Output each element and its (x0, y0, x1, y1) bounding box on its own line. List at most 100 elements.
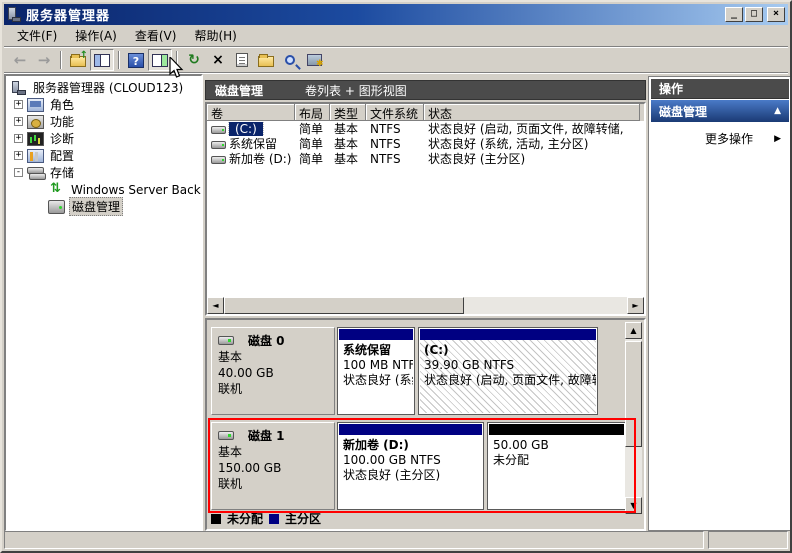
title-bar: 服务器管理器 _ □ × (4, 4, 788, 25)
disk1-label[interactable]: 磁盘 1 基本 150.00 GB 联机 (211, 422, 335, 510)
tree-item-diagnostics[interactable]: + 诊断 (6, 130, 201, 147)
manage-button[interactable] (302, 49, 326, 71)
maximize-button[interactable]: □ (745, 7, 763, 22)
properties-button[interactable] (230, 49, 254, 71)
menu-bar: 文件(F) 操作(A) 查看(V) 帮助(H) (4, 25, 788, 47)
disk0-state: 联机 (218, 381, 328, 397)
toolbar-separator (60, 51, 62, 69)
scroll-left-button[interactable]: ◄ (207, 297, 224, 314)
partition-unallocated[interactable]: 50.00 GB 未分配 (487, 422, 626, 510)
up-level-button[interactable]: ↑ (66, 49, 90, 71)
scroll-down-button[interactable]: ▼ (625, 497, 642, 514)
disk1-kind: 基本 (218, 444, 328, 460)
properties-icon (236, 53, 248, 67)
partition-legend: 未分配 主分区 (211, 510, 321, 527)
column-layout[interactable]: 布局 (295, 104, 330, 121)
volume-icon (211, 141, 226, 149)
actions-panel: 操作 磁盘管理 ▲ 更多操作 ▶ (648, 76, 792, 531)
scrollbar-thumb[interactable] (625, 341, 642, 447)
refresh-button[interactable]: ↻ (182, 49, 206, 71)
collapse-icon[interactable]: - (14, 168, 23, 177)
server-manager-window: 服务器管理器 _ □ × 文件(F) 操作(A) 查看(V) 帮助(H) ← →… (0, 0, 792, 553)
disk0-label[interactable]: 磁盘 0 基本 40.00 GB 联机 (211, 327, 335, 415)
search-button[interactable] (278, 49, 302, 71)
column-status[interactable]: 状态 (424, 104, 640, 121)
mouse-cursor (169, 57, 185, 81)
volume-icon (211, 156, 226, 164)
show-console-tree-button[interactable] (90, 49, 114, 71)
open-button[interactable] (254, 49, 278, 71)
disk1-state: 联机 (218, 476, 328, 492)
scrollbar-thumb[interactable] (224, 297, 464, 314)
delete-icon: × (212, 52, 224, 68)
volume-name: 系统保留 (229, 137, 277, 151)
collapse-icon[interactable]: ▲ (774, 106, 781, 116)
expand-icon[interactable]: + (14, 134, 23, 143)
primary-legend-label: 主分区 (285, 510, 321, 527)
actions-section-disk-management[interactable]: 磁盘管理 ▲ (651, 100, 789, 122)
disk1-size: 150.00 GB (218, 460, 328, 476)
volume-list: 卷 布局 类型 文件系统 状态 (C:) 简单 基本 NTFS 状态良好 (启动… (205, 102, 646, 316)
primary-legend-swatch (269, 514, 279, 524)
back-button[interactable]: ← (8, 49, 32, 71)
table-row[interactable]: 新加卷 (D:) 简单 基本 NTFS 状态良好 (主分区) (207, 151, 644, 166)
expand-icon[interactable]: + (14, 100, 23, 109)
table-header: 卷 布局 类型 文件系统 状态 (207, 104, 644, 121)
help-button[interactable]: ? (124, 49, 148, 71)
vertical-scrollbar[interactable]: ▲ ▼ (625, 322, 642, 514)
delete-button[interactable]: × (206, 49, 230, 71)
storage-icon (27, 166, 44, 180)
disk0-size: 40.00 GB (218, 365, 328, 381)
menu-help[interactable]: 帮助(H) (185, 24, 245, 47)
table-row[interactable]: (C:) 简单 基本 NTFS 状态良好 (启动, 页面文件, 故障转储, (207, 121, 644, 136)
actions-header: 操作 (651, 79, 789, 99)
manage-computer-icon (307, 54, 322, 66)
search-icon (285, 55, 295, 65)
scroll-right-button[interactable]: ► (627, 297, 644, 314)
expand-icon[interactable]: + (14, 117, 23, 126)
expand-icon[interactable]: + (14, 151, 23, 160)
action-pane-icon (152, 54, 168, 67)
status-bar (4, 529, 788, 549)
primary-partition-bar (339, 329, 413, 340)
scroll-up-button[interactable]: ▲ (625, 322, 642, 339)
server-manager-icon (7, 7, 22, 22)
volume-name-selected: (C:) (229, 122, 263, 136)
tree-item-disk-management[interactable]: 磁盘管理 (6, 198, 201, 215)
primary-partition-bar (339, 424, 482, 435)
disk0-kind: 基本 (218, 349, 328, 365)
tree-item-server-manager[interactable]: 服务器管理器 (CLOUD123) (6, 79, 201, 96)
menu-file[interactable]: 文件(F) (8, 24, 66, 47)
partition-c[interactable]: (C:) 39.90 GB NTFS 状态良好 (启动, 页面文件, 故障转储,… (418, 327, 598, 415)
tree-item-storage[interactable]: - 存储 (6, 164, 201, 181)
forward-button[interactable]: → (32, 49, 56, 71)
table-row[interactable]: 系统保留 简单 基本 NTFS 状态良好 (系统, 活动, 主分区) (207, 136, 644, 151)
menu-action[interactable]: 操作(A) (66, 24, 126, 47)
column-volume[interactable]: 卷 (207, 104, 295, 121)
console-tree-panel: 服务器管理器 (CLOUD123) + 角色 + 功能 + 诊断 + 配置 - … (4, 74, 203, 532)
tree-item-windows-server-backup[interactable]: Windows Server Backup (6, 181, 201, 198)
server-icon (10, 81, 27, 95)
status-pane (4, 531, 704, 549)
view-mode-label: 卷列表 + 图形视图 (305, 82, 407, 99)
unallocated-legend-swatch (211, 514, 221, 524)
menu-view[interactable]: 查看(V) (126, 24, 186, 47)
more-actions-item[interactable]: 更多操作 ▶ (649, 122, 791, 147)
tree-item-features[interactable]: + 功能 (6, 113, 201, 130)
column-filesystem[interactable]: 文件系统 (366, 104, 424, 121)
partition-system-reserved[interactable]: 系统保留 100 MB NTFS 状态良好 (系统, 活动, 主分区) (337, 327, 415, 415)
open-folder-icon (258, 56, 274, 67)
disk-management-header: 磁盘管理 卷列表 + 图形视图 (205, 80, 646, 100)
disk-management-icon (48, 200, 65, 214)
tree-item-roles[interactable]: + 角色 (6, 96, 201, 113)
tree-item-configuration[interactable]: + 配置 (6, 147, 201, 164)
column-type[interactable]: 类型 (330, 104, 366, 121)
partition-new-volume-d[interactable]: 新加卷 (D:) 100.00 GB NTFS 状态良好 (主分区) (337, 422, 484, 510)
minimize-button[interactable]: _ (725, 7, 743, 22)
graphical-view: 磁盘 0 基本 40.00 GB 联机 系统保留 100 MB NTFS 状态良… (205, 318, 646, 531)
horizontal-scrollbar[interactable]: ◄ ► (207, 297, 644, 314)
close-button[interactable]: × (767, 7, 785, 22)
page-title: 磁盘管理 (215, 82, 263, 99)
chevron-right-icon: ▶ (774, 134, 781, 144)
configuration-icon (27, 149, 44, 163)
